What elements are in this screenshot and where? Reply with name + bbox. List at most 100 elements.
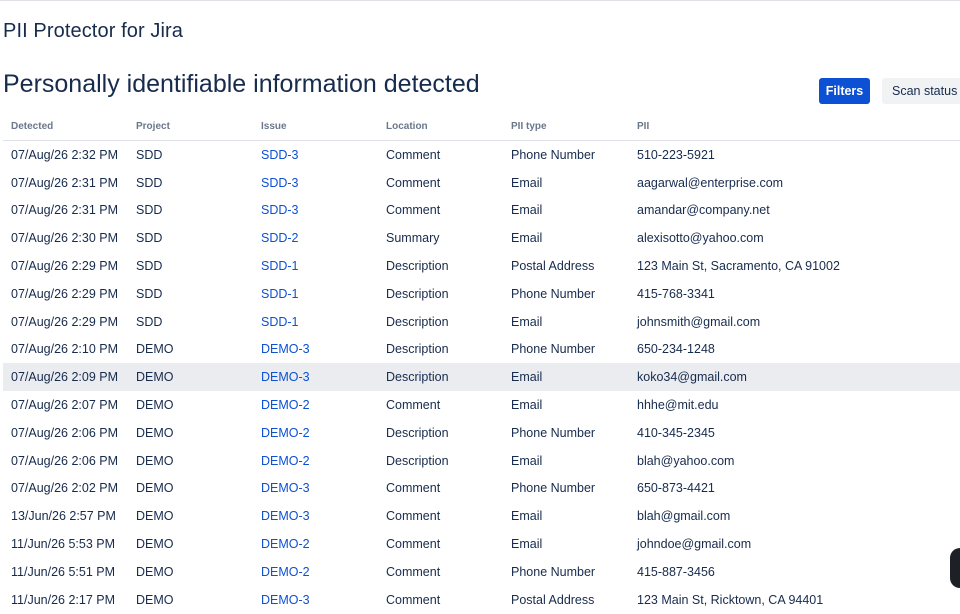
cell-location: Description [386,286,449,301]
column-header-detected[interactable]: Detected [3,112,128,141]
cell-pii: aagarwal@enterprise.com [637,175,784,190]
cell-project: SDD [136,286,163,301]
cell-detected: 07/Aug/26 2:29 PM [11,286,119,301]
filters-button[interactable]: Filters [819,78,870,104]
cell-issue-link[interactable]: DEMO-3 [253,336,378,364]
cell-pii: 415-768-3341 [637,286,715,301]
cell-project: SDD [136,175,163,190]
cell-detected: 07/Aug/26 2:02 PM [11,481,119,496]
cell-issue-link[interactable]: SDD-1 [253,280,378,308]
table-row[interactable]: 11/Jun/26 5:53 PM DEMO DEMO-2 Comment Email j… [3,530,960,558]
cell-pii: 650-873-4421 [637,481,715,496]
cell-issue-link[interactable]: SDD-1 [253,308,378,336]
cell-location: Description [386,342,449,357]
table-row[interactable]: 07/Aug/26 2:09 PM DEMO DEMO-3 Description Em… [3,363,960,392]
table-row[interactable]: 07/Aug/26 2:07 PM DEMO DEMO-2 Comment Email h… [3,391,960,419]
cell-location: Comment [386,509,441,524]
cell-detected: 13/Jun/26 2:57 PM [11,509,116,524]
page-title: Personally identifiable information dete… [3,70,480,98]
cell-location: Description [386,453,449,468]
cell-pii-type: Email [511,175,543,190]
cell-detected: 07/Aug/26 2:09 PM [3,363,128,392]
cell-project: DEMO [136,481,174,496]
cell-pii: 410-345-2345 [637,425,715,440]
cell-pii-type: Phone Number [511,425,596,440]
table-row[interactable]: 07/Aug/26 2:32 PM SDD SDD-3 Comment Phone Nu… [3,141,960,169]
cell-pii-type: Email [511,231,543,246]
column-header-project[interactable]: Project [128,112,253,141]
cell-issue-link[interactable]: DEMO-2 [253,391,378,419]
cell-project: SDD [136,203,163,218]
column-header-issue[interactable]: Issue [253,112,378,141]
cell-detected: 07/Aug/26 2:29 PM [11,314,119,329]
top-divider [0,0,960,1]
cell-pii-type: Phone Number [511,564,596,579]
cell-detected: 07/Aug/26 2:32 PM [11,147,119,162]
cell-location: Comment [386,537,441,552]
column-header-location[interactable]: Location [378,112,503,141]
cell-project: SDD [136,147,163,162]
cell-detected: 07/Aug/26 2:06 PM [11,425,119,440]
cell-pii: blah@yahoo.com [637,453,735,468]
cell-pii: johndoe@gmail.com [637,537,752,552]
cell-pii: 415-887-3456 [637,564,715,579]
table-row[interactable]: 11/Jun/26 5:51 PM DEMO DEMO-2 Comment Phone … [3,558,960,586]
cell-pii-type: Email [511,314,543,329]
cell-issue-link[interactable]: DEMO-3 [253,475,378,503]
cell-pii-type: Phone Number [511,342,596,357]
cell-pii: 510-223-5921 [637,147,715,162]
table-row[interactable]: 13/Jun/26 2:57 PM DEMO DEMO-3 Comment Email b… [3,502,960,530]
column-header-pii[interactable]: PII [629,112,960,141]
cell-project: DEMO [136,453,174,468]
help-button[interactable] [950,548,960,588]
cell-issue-link[interactable]: DEMO-2 [253,447,378,475]
cell-pii-type: Email [511,453,543,468]
table-row[interactable]: 07/Aug/26 2:30 PM SDD SDD-2 Summary Email ale… [3,224,960,252]
cell-issue-link[interactable]: SDD-3 [253,169,378,197]
table-row[interactable]: 07/Aug/26 2:29 PM SDD SDD-1 Description Emai… [3,308,960,336]
pii-detections-table: Detected Project Issue Location PII type… [3,112,960,614]
cell-project: DEMO [136,509,174,524]
column-header-pii-type[interactable]: PII type [503,112,629,141]
cell-detected: 07/Aug/26 2:10 PM [11,342,119,357]
cell-issue-link[interactable]: DEMO-2 [253,530,378,558]
table-row[interactable]: 07/Aug/26 2:06 PM DEMO DEMO-2 Description Ph… [3,419,960,447]
table-row[interactable]: 07/Aug/26 2:10 PM DEMO DEMO-3 Description Ph… [3,336,960,364]
cell-pii: 123 Main St, Sacramento, CA 91002 [637,259,840,274]
cell-issue-link[interactable]: SDD-3 [253,197,378,225]
cell-pii: amandar@company.net [637,203,770,218]
cell-issue-link[interactable]: DEMO-2 [253,419,378,447]
table-row[interactable]: 07/Aug/26 2:29 PM SDD SDD-1 Description Post… [3,252,960,280]
cell-pii: blah@gmail.com [637,509,731,524]
cell-project: DEMO [128,363,253,392]
cell-project: DEMO [136,425,174,440]
table-row[interactable]: 07/Aug/26 2:02 PM DEMO DEMO-3 Comment Phone … [3,475,960,503]
cell-issue-link[interactable]: SDD-2 [253,224,378,252]
cell-location: Comment [386,564,441,579]
cell-issue-link[interactable]: DEMO-3 [253,363,378,392]
cell-issue-link[interactable]: DEMO-2 [253,558,378,586]
cell-project: SDD [136,231,163,246]
cell-pii: hhhe@mit.edu [637,398,719,413]
scan-status-button[interactable]: Scan status [882,78,960,104]
cell-pii: johnsmith@gmail.com [637,314,761,329]
table-header-row: Detected Project Issue Location PII type… [3,112,960,141]
cell-detected: 07/Aug/26 2:31 PM [11,175,119,190]
cell-detected: 07/Aug/26 2:06 PM [11,453,119,468]
cell-issue-link[interactable]: SDD-1 [253,252,378,280]
cell-pii-type: Email [511,537,543,552]
cell-project: SDD [136,259,163,274]
cell-pii-type: Email [511,509,543,524]
cell-detected: 07/Aug/26 2:30 PM [11,231,119,246]
cell-location: Description [378,363,503,392]
cell-detected: 07/Aug/26 2:29 PM [11,259,119,274]
cell-issue-link[interactable]: DEMO-3 [253,502,378,530]
cell-location: Comment [386,175,441,190]
table-row[interactable]: 07/Aug/26 2:29 PM SDD SDD-1 Description Phon… [3,280,960,308]
table-row[interactable]: 07/Aug/26 2:31 PM SDD SDD-3 Comment Email aag… [3,169,960,197]
cell-location: Description [386,425,449,440]
table-row[interactable]: 07/Aug/26 2:06 PM DEMO DEMO-2 Description Em… [3,447,960,475]
cell-location: Description [386,259,449,274]
cell-issue-link[interactable]: SDD-3 [253,141,378,169]
table-row[interactable]: 07/Aug/26 2:31 PM SDD SDD-3 Comment Email ama… [3,197,960,225]
